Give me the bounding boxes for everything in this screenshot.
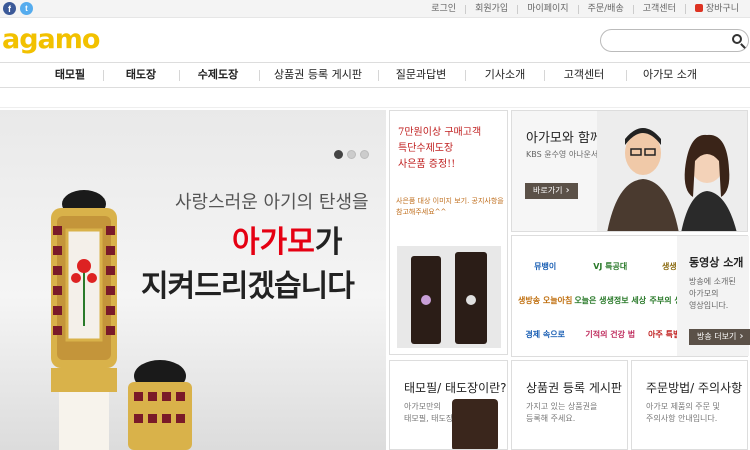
slide-dot-active[interactable] [334, 150, 343, 159]
card-desc-line: 주의사항 안내입니다. [646, 414, 718, 423]
nav-item-taedojang[interactable]: 태도장 [126, 63, 156, 87]
nav-item-articles[interactable]: 기사소개 [485, 63, 525, 87]
top-bar: f t 로그인 회원가입 마이페이지 주문/배송 고객센터 장바구니 [0, 0, 750, 18]
top-links: 로그인 회원가입 마이페이지 주문/배송 고객센터 장바구니 [422, 0, 748, 18]
video-description: 방송에 소개된 아가모의 영상입니다. [689, 276, 736, 312]
cart-icon [694, 4, 703, 12]
nav-item-customer-center[interactable]: 고객센터 [564, 63, 604, 87]
site-logo[interactable]: agamo [2, 26, 100, 54]
celebrity-couple-photo [597, 111, 747, 231]
celebrity-card[interactable]: 아가모와 함께한 분들 KBS 윤수영 아나운서 바로가기 [511, 110, 748, 232]
card-description: 아가모 제품의 주문 및 주의사항 안내입니다. [646, 401, 720, 425]
nav-separator [465, 70, 466, 81]
card-desc-line: 등록해 주세요. [526, 414, 576, 423]
hero-headline-line2: 아가모가 [232, 217, 342, 261]
hero-headline-particle: 가 [314, 225, 343, 260]
promo-note-line: 사은품 대상 이미지 보기. 공지사항을 [396, 197, 504, 205]
promo-line: 사은품 증정!! [398, 159, 456, 170]
info-card-voucher-board[interactable]: 상품권 등록 게시판 가지고 있는 상품권을 등록해 주세요. [511, 360, 628, 450]
facebook-icon[interactable]: f [3, 2, 16, 15]
card-desc-line: 태모필, 태도장 [404, 414, 454, 423]
main-nav: 태모필 태도장 수제도장 상품권 등록 게시판 질문과답변 기사소개 고객센터 … [0, 62, 750, 88]
video-desc-line: 방송에 소개된 [689, 277, 736, 286]
card-desc-line: 아가모 제품의 주문 및 [646, 402, 720, 411]
nav-separator [378, 70, 379, 81]
card-title: 태모필/ 태도장이란? [404, 381, 507, 395]
jeweled-stamp-illustration [51, 190, 117, 450]
nav-separator [103, 70, 104, 81]
celebrity-go-button[interactable]: 바로가기 [525, 183, 578, 199]
nav-separator [626, 70, 627, 81]
hero-headline-line3: 지켜드리겠습니다 [141, 269, 355, 304]
sns-links: f t [3, 2, 33, 15]
hero-brand-text: 아가모 [232, 225, 315, 260]
video-intro-card[interactable]: 뮤뱅이 VJ 특공대 생생정보 생방송 오늘아침 오늘은 생생정보 세상 주부의… [511, 235, 750, 357]
nav-item-qna[interactable]: 질문과답변 [396, 63, 447, 87]
nav-item-voucher-board[interactable]: 상품권 등록 게시판 [274, 63, 362, 87]
search-box [600, 29, 749, 53]
login-link[interactable]: 로그인 [422, 4, 465, 14]
hero-headline-line1: 사랑스러운 아기의 탄생을 [175, 192, 369, 213]
nav-item-about[interactable]: 아가모 소개 [643, 63, 697, 87]
info-card-order-guide[interactable]: 주문방법/ 주의사항 아가모 제품의 주문 및 주의사항 안내입니다. [631, 360, 748, 450]
broadcast-logo: 오늘은 생생정보 세상 [574, 295, 647, 305]
slide-dot[interactable] [360, 150, 369, 159]
info-card-taemopil[interactable]: 태모필/ 태도장이란? 아가모만의 태모필, 태도장 [389, 360, 508, 450]
promo-line: 특단수제도장 [398, 143, 454, 154]
broadcast-logo: VJ 특공대 [593, 261, 628, 271]
card-description: 가지고 있는 상품권을 등록해 주세요. [526, 401, 597, 425]
gift-promo-card[interactable]: 7만원이상 구매고객 특단수제도장 사은품 증정!! 사은품 대상 이미지 보기… [389, 110, 508, 355]
card-desc-line: 아가모만의 [404, 402, 441, 411]
promo-note: 사은품 대상 이미지 보기. 공지사항을 참고해주세요^^ [396, 196, 504, 218]
video-title: 동영상 소개 [689, 256, 744, 269]
stamp-thumbnail [452, 399, 498, 449]
broadcast-logo: 뮤뱅이 [534, 261, 557, 271]
mypage-link[interactable]: 마이페이지 [517, 4, 577, 14]
cart-label: 장바구니 [705, 4, 739, 14]
video-desc-line: 영상입니다. [689, 301, 729, 310]
broadcast-logo: 생방송 오늘아침 [518, 295, 573, 305]
wooden-stamps-photo [397, 246, 501, 348]
twitter-icon[interactable]: t [20, 2, 33, 15]
customer-center-link[interactable]: 고객센터 [632, 4, 685, 14]
promo-line: 7만원이상 구매고객 [398, 127, 482, 138]
promo-handwritten-text: 7만원이상 구매고객 특단수제도장 사은품 증정!! [398, 125, 481, 173]
search-input[interactable] [609, 32, 729, 53]
search-icon[interactable] [732, 34, 742, 44]
nav-item-handmade-stamp[interactable]: 수제도장 [198, 63, 238, 87]
slide-dots [334, 150, 369, 159]
order-delivery-link[interactable]: 주문/배송 [577, 4, 633, 14]
card-title: 상품권 등록 게시판 [526, 381, 622, 395]
nav-separator [259, 70, 260, 81]
small-jeweled-stamp-illustration [128, 360, 192, 450]
nav-separator [544, 70, 545, 81]
hero-banner[interactable]: 사랑스러운 아기의 탄생을 아가모가 지켜드리겠습니다 [0, 110, 386, 450]
promo-note-line: 참고해주세요^^ [396, 208, 447, 216]
card-desc-line: 가지고 있는 상품권을 [526, 402, 598, 411]
nav-separator [179, 70, 180, 81]
sub-nav-bar [0, 88, 750, 108]
video-desc-line: 아가모의 [689, 289, 719, 298]
video-info-panel: 동영상 소개 방송에 소개된 아가모의 영상입니다. 방송 더보기 [677, 236, 750, 356]
broadcast-logos: 뮤뱅이 VJ 특공대 생생정보 생방송 오늘아침 오늘은 생생정보 세상 주부의… [518, 250, 705, 350]
slide-dot[interactable] [347, 150, 356, 159]
signup-link[interactable]: 회원가입 [465, 4, 517, 14]
more-broadcast-button[interactable]: 방송 더보기 [689, 329, 750, 345]
broadcast-logo: 경제 속으로 [525, 329, 565, 339]
card-title: 주문방법/ 주의사항 [646, 381, 743, 395]
nav-item-taemopil[interactable]: 태모필 [55, 63, 85, 87]
broadcast-logo: 기적의 건강 법 [585, 329, 636, 339]
cart-link[interactable]: 장바구니 [684, 4, 748, 14]
celebrity-subtitle: KBS 윤수영 아나운서 [526, 150, 599, 159]
card-description: 아가모만의 태모필, 태도장 [404, 401, 453, 425]
